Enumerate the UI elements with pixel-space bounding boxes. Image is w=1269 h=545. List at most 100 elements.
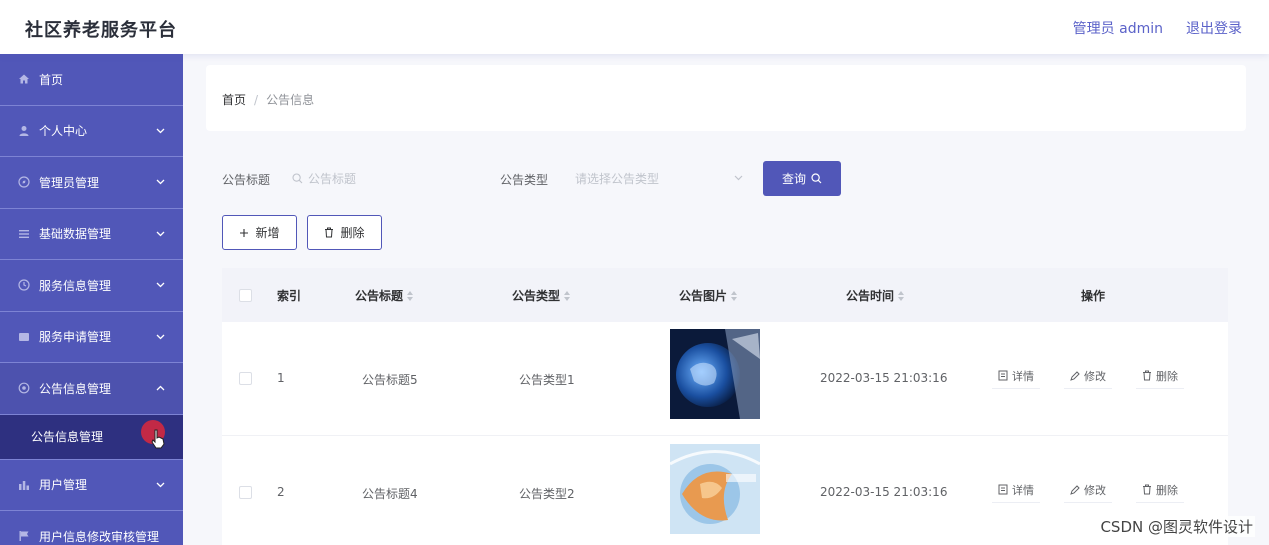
compass-icon <box>17 175 31 189</box>
breadcrumb-home[interactable]: 首页 <box>222 93 246 107</box>
app-title: 社区养老服务平台 <box>25 20 177 41</box>
sidebar-item-label: 服务申请管理 <box>39 330 112 345</box>
document-icon <box>998 370 1008 381</box>
edit-icon <box>1070 370 1080 381</box>
sidebar-item-label: 个人中心 <box>39 124 88 139</box>
detail-button[interactable]: 详情 <box>992 363 1040 389</box>
document-icon <box>998 484 1008 495</box>
logout-link[interactable]: 退出登录 <box>1186 18 1242 38</box>
list-icon <box>17 227 31 241</box>
sidebar-item-label: 服务信息管理 <box>39 278 112 293</box>
sidebar-item-label: 用户信息修改审核管理 <box>39 529 160 544</box>
sort-icon[interactable] <box>731 290 738 301</box>
submenu-item-notice-management[interactable]: 公告信息管理 <box>0 414 183 460</box>
column-header-image[interactable]: 公告图片 <box>679 287 738 304</box>
clock-icon <box>17 278 31 292</box>
chevron-down-icon <box>155 332 165 342</box>
row-checkbox[interactable] <box>239 486 252 499</box>
sidebar-item-basic-data[interactable]: 基础数据管理 <box>0 209 183 260</box>
search-icon <box>811 173 822 184</box>
sidebar-item-personal-center[interactable]: 个人中心 <box>0 106 183 157</box>
table-header: 索引 公告标题 公告类型 公告图片 公告时间 操作 <box>222 268 1228 322</box>
sidebar-item-label: 公告信息管理 <box>39 381 112 396</box>
row-index: 2 <box>277 485 285 499</box>
submenu-item-label: 公告信息管理 <box>31 430 104 444</box>
chevron-down-icon <box>734 175 743 181</box>
breadcrumb-current: 公告信息 <box>266 93 315 107</box>
watermark: CSDN @图灵软件设计 <box>1098 516 1255 537</box>
notice-image-abstract[interactable] <box>669 444 761 534</box>
sidebar-item-notice-management[interactable]: 公告信息管理 <box>0 363 183 415</box>
breadcrumb: 首页 / 公告信息 <box>222 91 314 108</box>
notice-table: 索引 公告标题 公告类型 公告图片 公告时间 操作 1 公告标题5 公告类型1 … <box>222 268 1228 545</box>
sidebar-item-label: 用户管理 <box>39 478 88 493</box>
sort-icon[interactable] <box>407 290 414 301</box>
table-row: 1 公告标题5 公告类型1 2022-03-15 21:03:16 详情 修改 <box>222 322 1228 436</box>
chevron-down-icon <box>155 480 165 490</box>
row-title: 公告标题4 <box>362 487 418 501</box>
breadcrumb-separator: / <box>254 93 259 107</box>
column-header-type[interactable]: 公告类型 <box>512 287 571 304</box>
sort-icon[interactable] <box>564 290 571 301</box>
gear-icon <box>17 381 31 395</box>
hand-cursor-icon <box>150 429 166 449</box>
delete-row-button[interactable]: 删除 <box>1136 363 1184 389</box>
sidebar-item-home[interactable]: 首页 <box>0 54 183 106</box>
trash-icon <box>1142 370 1152 381</box>
title-search-input[interactable]: 公告标题 <box>286 162 476 194</box>
sort-icon[interactable] <box>898 290 905 301</box>
column-header-title[interactable]: 公告标题 <box>355 287 414 304</box>
edit-button[interactable]: 修改 <box>1064 477 1112 503</box>
title-search-label: 公告标题 <box>222 173 271 187</box>
delete-row-button[interactable]: 删除 <box>1136 477 1184 503</box>
column-header-index: 索引 <box>277 289 302 303</box>
chevron-down-icon <box>155 126 165 136</box>
chevron-down-icon <box>155 177 165 187</box>
type-select-placeholder: 请选择公告类型 <box>575 171 660 186</box>
title-search-placeholder: 公告标题 <box>308 171 357 186</box>
edit-icon <box>1070 484 1080 495</box>
row-title: 公告标题5 <box>362 373 418 387</box>
sidebar-item-user-info-review[interactable]: 用户信息修改审核管理 <box>0 511 183 545</box>
add-button-label: 新增 <box>255 226 280 240</box>
row-time: 2022-03-15 21:03:16 <box>820 371 948 385</box>
sidebar-item-label: 管理员管理 <box>39 175 100 190</box>
chevron-down-icon <box>155 229 165 239</box>
row-checkbox[interactable] <box>239 372 252 385</box>
row-index: 1 <box>277 371 285 385</box>
card-icon <box>17 330 31 344</box>
edit-button[interactable]: 修改 <box>1064 363 1112 389</box>
column-header-time[interactable]: 公告时间 <box>846 287 905 304</box>
chevron-up-icon <box>155 383 165 393</box>
query-button-label: 查询 <box>781 172 806 186</box>
sidebar-item-label: 基础数据管理 <box>39 227 112 242</box>
trash-icon <box>324 227 334 238</box>
home-icon <box>17 72 31 86</box>
batch-delete-button[interactable]: 删除 <box>307 215 382 250</box>
row-type: 公告类型1 <box>519 373 575 387</box>
sidebar-item-admin-management[interactable]: 管理员管理 <box>0 157 183 209</box>
type-search-label: 公告类型 <box>500 173 549 187</box>
detail-button[interactable]: 详情 <box>992 477 1040 503</box>
select-all-checkbox[interactable] <box>239 289 252 302</box>
search-icon <box>292 172 303 184</box>
top-header: 社区养老服务平台 管理员 admin 退出登录 <box>0 0 1269 54</box>
sidebar-item-label: 首页 <box>39 72 64 87</box>
query-button[interactable]: 查询 <box>763 161 841 196</box>
sidebar: 首页 个人中心 管理员管理 基础数据管理 服务信息管理 服务申请管理 公告信息管… <box>0 54 183 545</box>
chart-icon <box>17 478 31 492</box>
sidebar-item-service-info[interactable]: 服务信息管理 <box>0 260 183 312</box>
delete-button-label: 删除 <box>340 226 365 240</box>
sidebar-item-user-management[interactable]: 用户管理 <box>0 460 183 511</box>
row-time: 2022-03-15 21:03:16 <box>820 485 948 499</box>
type-select[interactable]: 请选择公告类型 <box>575 162 747 194</box>
notice-image-globe[interactable] <box>670 329 760 419</box>
plus-icon <box>239 228 249 238</box>
current-user-link[interactable]: 管理员 admin <box>1073 18 1163 38</box>
table-row: 2 公告标题4 公告类型2 2022-03-15 21:03:16 详情 修改 … <box>222 436 1228 545</box>
trash-icon <box>1142 484 1152 495</box>
row-type: 公告类型2 <box>519 487 575 501</box>
sidebar-item-service-application[interactable]: 服务申请管理 <box>0 312 183 363</box>
breadcrumb-card: 首页 / 公告信息 <box>206 65 1246 131</box>
add-button[interactable]: 新增 <box>222 215 297 250</box>
